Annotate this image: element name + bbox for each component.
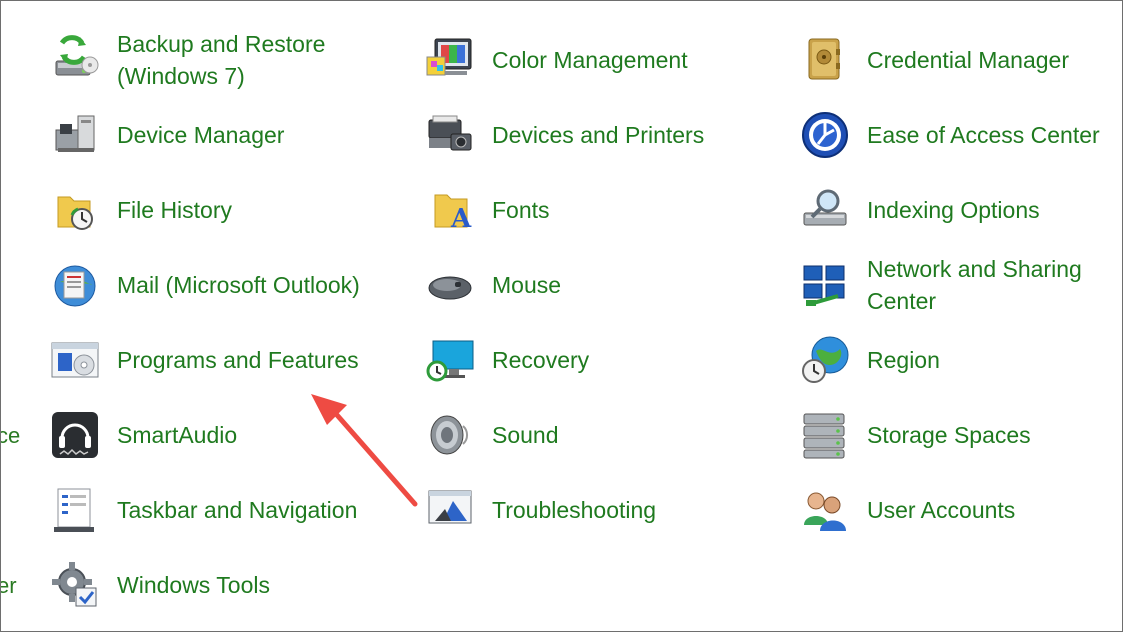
item-fonts[interactable]: A Fonts <box>425 175 550 245</box>
item-indexing-options[interactable]: Indexing Options <box>800 175 1040 245</box>
left-cut-off-label-1[interactable]: ce <box>1 423 20 449</box>
item-label: Sound <box>492 422 559 448</box>
item-device-manager[interactable]: Device Manager <box>50 100 284 170</box>
item-label: SmartAudio <box>117 422 238 448</box>
item-mouse[interactable]: Mouse <box>425 250 561 320</box>
item-credential-manager[interactable]: Credential Manager <box>800 25 1069 95</box>
device-manager-icon <box>50 110 100 160</box>
ease-of-access-icon <box>800 110 850 160</box>
region-globe-clock-icon <box>800 335 850 385</box>
item-label: Ease of Access Center <box>867 122 1100 148</box>
item-label: Troubleshooting <box>492 497 657 523</box>
recovery-monitor-icon <box>425 335 475 385</box>
item-label: Devices and Printers <box>492 122 705 148</box>
headphones-icon <box>50 410 100 460</box>
item-label: Network and Sharing Center <box>867 256 1082 314</box>
item-storage-spaces[interactable]: Storage Spaces <box>800 400 1031 470</box>
programs-features-icon <box>50 335 100 385</box>
svg-text:A: A <box>450 204 472 234</box>
item-sound[interactable]: Sound <box>425 400 559 470</box>
storage-drives-icon <box>800 410 850 460</box>
item-windows-tools[interactable]: Windows Tools <box>50 550 270 620</box>
speaker-icon <box>425 410 475 460</box>
item-programs-and-features[interactable]: Programs and Features <box>50 325 359 395</box>
item-file-history[interactable]: File History <box>50 175 232 245</box>
item-network-and-sharing-center[interactable]: Network and Sharing Center <box>800 250 1107 320</box>
item-label: User Accounts <box>867 497 1016 523</box>
item-troubleshooting[interactable]: Troubleshooting <box>425 475 656 545</box>
item-label: Programs and Features <box>117 347 359 373</box>
item-label: Windows Tools <box>117 572 270 598</box>
item-recovery[interactable]: Recovery <box>425 325 589 395</box>
troubleshooting-icon <box>425 485 475 535</box>
users-icon <box>800 485 850 535</box>
item-user-accounts[interactable]: User Accounts <box>800 475 1015 545</box>
item-label: Indexing Options <box>867 197 1040 223</box>
item-label: Credential Manager <box>867 47 1070 73</box>
item-smartaudio[interactable]: SmartAudio <box>50 400 237 470</box>
credential-vault-icon <box>800 35 850 85</box>
indexing-magnifier-icon <box>800 185 850 235</box>
item-devices-and-printers[interactable]: Devices and Printers <box>425 100 704 170</box>
item-mail-microsoft-outlook[interactable]: Mail (Microsoft Outlook) <box>50 250 360 320</box>
item-label: Mail (Microsoft Outlook) <box>117 272 360 298</box>
printer-camera-icon <box>425 110 475 160</box>
item-label: Region <box>867 347 940 373</box>
left-cut-off-label-2[interactable]: er <box>1 573 17 599</box>
item-label: Recovery <box>492 347 590 373</box>
mail-globe-icon <box>50 260 100 310</box>
item-ease-of-access-center[interactable]: Ease of Access Center <box>800 100 1100 170</box>
item-taskbar-and-navigation[interactable]: Taskbar and Navigation <box>50 475 357 545</box>
item-label: Taskbar and Navigation <box>117 497 358 523</box>
control-panel-window: ce er Backup and Restore (Windows 7) <box>0 0 1123 632</box>
item-backup-and-restore[interactable]: Backup and Restore (Windows 7) <box>50 25 357 95</box>
item-label: Storage Spaces <box>867 422 1031 448</box>
network-computers-icon <box>800 260 850 310</box>
item-region[interactable]: Region <box>800 325 940 395</box>
windows-tools-gear-icon <box>50 560 100 610</box>
item-label: Device Manager <box>117 122 285 148</box>
item-label: Mouse <box>492 272 562 298</box>
taskbar-icon <box>50 485 100 535</box>
item-label: Fonts <box>492 197 550 223</box>
fonts-folder-icon: A <box>425 185 475 235</box>
item-label: Backup and Restore (Windows 7) <box>117 31 326 89</box>
item-color-management[interactable]: Color Management <box>425 25 688 95</box>
mouse-icon <box>425 260 475 310</box>
file-history-icon <box>50 185 100 235</box>
backup-restore-icon <box>50 35 100 85</box>
item-label: File History <box>117 197 233 223</box>
color-management-icon <box>425 35 475 85</box>
item-label: Color Management <box>492 47 688 73</box>
